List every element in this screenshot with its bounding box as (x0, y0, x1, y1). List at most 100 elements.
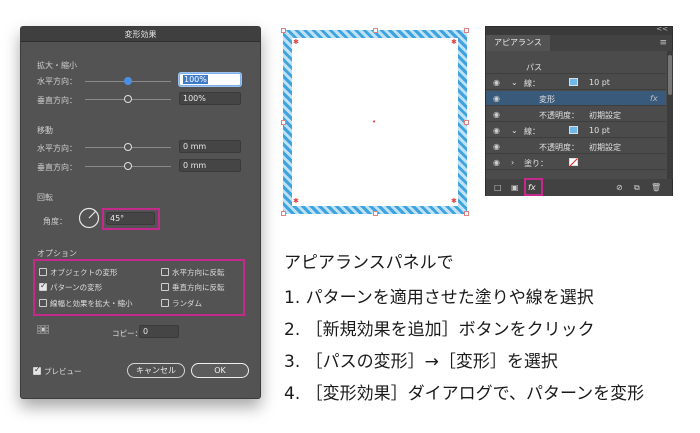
option-transform-patterns-checkbox[interactable] (39, 281, 47, 291)
opacity-value[interactable]: 初期設定 (589, 142, 621, 153)
corner-mark-icon: ✱ (293, 38, 299, 46)
appearance-row-opacity[interactable]: ◉ 不透明度： 初期設定 (486, 107, 666, 122)
scrollbar-thumb[interactable] (668, 55, 672, 95)
fx-icon: fx (650, 94, 658, 103)
add-stroke-icon[interactable]: □ (494, 183, 502, 192)
clear-appearance-icon[interactable]: ⊘ (616, 183, 623, 192)
move-vertical-label: 垂直方向： (37, 163, 77, 172)
appearance-row-stroke[interactable]: ◉ ⌄ 線： 10 pt (486, 75, 666, 90)
stroke-color-swatch[interactable] (569, 126, 578, 134)
anchor-point-middle-right[interactable] (464, 120, 469, 125)
scale-vertical-slider-knob[interactable] (124, 95, 132, 103)
option-transform-objects-checkbox[interactable] (39, 268, 47, 276)
disclosure-chevron-down-icon[interactable]: ⌄ (511, 126, 518, 135)
instruction-step-4: 4. ［変形効果］ダイアログで、パターンを変形 (284, 384, 645, 404)
disclosure-chevron-right-icon[interactable]: › (511, 158, 514, 167)
option-reflect-y-label: 垂直方向に反転 (172, 283, 225, 292)
trash-icon[interactable]: 🗑 (651, 183, 661, 192)
appearance-row-fill[interactable]: ◉ › 塗り： (486, 155, 666, 170)
move-section-label: 移動 (37, 126, 53, 135)
scale-horizontal-label: 水平方向： (37, 77, 77, 86)
move-horizontal-field[interactable]: 0 mm (179, 140, 241, 153)
anchor-point-top-left[interactable] (281, 28, 286, 33)
stroke-color-swatch[interactable] (569, 78, 578, 86)
rotate-section-label: 回転 (37, 193, 53, 202)
scale-horizontal-field[interactable]: 100% (179, 73, 241, 86)
add-new-effect-button[interactable]: fx (528, 183, 536, 192)
option-reflect-x-label: 水平方向に反転 (172, 268, 225, 277)
instruction-step-2: 2. ［新規効果を追加］ボタンをクリック (284, 320, 595, 340)
fill-none-swatch[interactable] (569, 158, 578, 166)
panel-top-bar: << (486, 25, 672, 35)
move-vertical-slider-knob[interactable] (124, 162, 132, 170)
visibility-eye-icon[interactable]: ◉ (493, 94, 500, 103)
appearance-panel: << アピアランス ≡ パス ◉ ⌄ 線： 10 pt ◉ 変形 fx ◉ 不透… (485, 25, 673, 196)
transform-effect-dialog: 変形効果 拡大・縮小 水平方向： 100% 垂直方向： 100% 移動 水平方向… (20, 26, 261, 399)
scale-horizontal-slider-knob[interactable] (124, 77, 132, 85)
move-vertical-field[interactable]: 0 mm (179, 159, 241, 172)
scale-vertical-label: 垂直方向： (37, 96, 77, 105)
angle-field[interactable]: 45° (106, 212, 155, 225)
angle-dial[interactable] (78, 207, 100, 229)
option-random-label: ランダム (172, 299, 202, 308)
dialog-title: 変形効果 (21, 27, 260, 42)
object-type-label: パス (526, 63, 542, 72)
option-transform-patterns-label: パターンの変形 (50, 283, 103, 292)
option-scale-strokes-checkbox[interactable] (39, 299, 47, 307)
anchor-point-middle-left[interactable] (281, 120, 286, 125)
move-horizontal-slider-knob[interactable] (124, 143, 132, 151)
visibility-eye-icon[interactable]: ◉ (493, 126, 500, 135)
angle-label: 角度： (43, 217, 67, 226)
copies-field[interactable]: 0 (139, 325, 179, 338)
stroke-weight-value: 10 pt (589, 78, 610, 87)
anchor-point-top-middle[interactable] (373, 28, 378, 33)
pattern-stroke-preview: ✱ ✱ ✱ ✱ • (281, 28, 469, 216)
panel-scrollbar[interactable] (667, 51, 673, 179)
panel-tab-row: アピアランス ≡ (486, 35, 672, 51)
opacity-value[interactable]: 初期設定 (589, 110, 621, 121)
option-reflect-x-checkbox[interactable] (161, 268, 169, 276)
appearance-header-row: パス (486, 59, 666, 74)
option-transform-objects-label: オブジェクトの変形 (50, 268, 118, 277)
option-scale-strokes-label: 線幅と効果を拡大・縮小 (50, 299, 133, 308)
visibility-eye-icon[interactable]: ◉ (493, 78, 500, 87)
stroke-label: 線： (524, 127, 540, 136)
appearance-row-transform-effect[interactable]: ◉ 変形 fx (486, 91, 666, 106)
instructions-heading: アピアランスパネルで (284, 253, 454, 273)
visibility-eye-icon[interactable]: ◉ (493, 158, 500, 167)
move-horizontal-label: 水平方向： (37, 144, 77, 153)
cancel-button[interactable]: キャンセル (127, 363, 185, 378)
corner-mark-icon: ✱ (451, 38, 457, 46)
reference-point-icon[interactable]: ▫▫▫ ▫▪▫ ▫▫▫ (37, 324, 49, 336)
opacity-label: 不透明度： (539, 143, 579, 152)
visibility-eye-icon[interactable]: ◉ (493, 110, 500, 119)
scale-horizontal-value: 100% (183, 75, 208, 84)
appearance-row-stroke-2[interactable]: ◉ ⌄ 線： 10 pt (486, 123, 666, 138)
duplicate-item-icon[interactable]: ⧉ (634, 183, 640, 193)
opacity-label: 不透明度： (539, 111, 579, 120)
appearance-row-opacity-2[interactable]: ◉ 不透明度： 初期設定 (486, 139, 666, 154)
preview-checkbox[interactable] (33, 365, 41, 375)
ok-button[interactable]: OK (191, 363, 249, 378)
disclosure-chevron-down-icon[interactable]: ⌄ (511, 78, 518, 87)
anchor-point-bottom-left[interactable] (281, 211, 286, 216)
fill-label: 塗り： (524, 159, 548, 168)
anchor-point-top-right[interactable] (464, 28, 469, 33)
corner-mark-icon: ✱ (293, 197, 299, 205)
anchor-point-bottom-right[interactable] (464, 211, 469, 216)
collapse-icon[interactable]: << (656, 25, 668, 33)
instruction-step-1: 1. パターンを適用させた塗りや線を選択 (284, 288, 594, 308)
panel-menu-icon[interactable]: ≡ (659, 38, 667, 48)
anchor-point-bottom-middle[interactable] (373, 211, 378, 216)
option-random-checkbox[interactable] (161, 299, 169, 307)
scale-vertical-field[interactable]: 100% (179, 92, 241, 105)
visibility-eye-icon[interactable]: ◉ (493, 142, 500, 151)
add-fill-icon[interactable]: ▣ (511, 183, 519, 192)
tab-appearance[interactable]: アピアランス (486, 35, 550, 51)
transform-effect-link[interactable]: 変形 (539, 94, 555, 105)
stroke-weight-value: 10 pt (589, 126, 610, 135)
center-point-icon: • (372, 118, 377, 126)
copies-label: コピー： (112, 329, 142, 338)
instruction-step-3: 3. ［パスの変形］→［変形］を選択 (284, 352, 558, 372)
option-reflect-y-checkbox[interactable] (161, 283, 169, 291)
